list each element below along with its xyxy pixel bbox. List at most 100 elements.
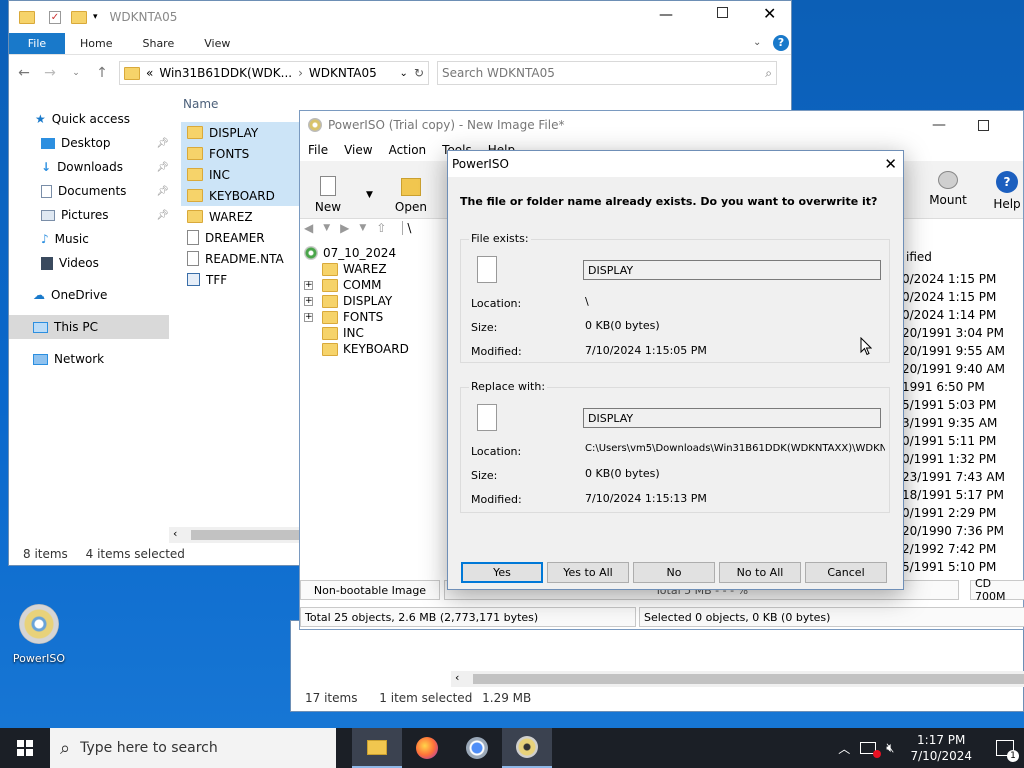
list-item[interactable]: FONTS [181, 143, 299, 164]
sidebar-item-quick-access[interactable]: ★ Quick access [9, 107, 169, 131]
minimize-button[interactable]: — [932, 117, 946, 133]
dialog-close-button[interactable]: ✕ [884, 155, 897, 173]
expand-icon[interactable]: + [304, 280, 313, 290]
properties-icon[interactable]: ✓ [49, 10, 61, 24]
list-item[interactable]: KEYBOARD [181, 185, 299, 206]
expand-icon[interactable]: + [304, 296, 313, 306]
ribbon-expand-icon[interactable]: ⌄ [753, 37, 761, 48]
show-hidden-icons-icon[interactable]: ︿ [838, 740, 850, 757]
column-header-name[interactable]: Name [183, 97, 218, 111]
tree-item[interactable]: + FONTS [304, 309, 409, 325]
up-icon[interactable]: ↑ [93, 65, 111, 81]
back-icon[interactable]: ← [15, 65, 33, 81]
open-button[interactable]: Open [389, 178, 433, 214]
back-dropdown-icon[interactable]: ▼ [323, 223, 330, 233]
tree-root[interactable]: 07_10_2024 [304, 245, 409, 261]
help-button[interactable]: ? Help [992, 171, 1022, 211]
path-field[interactable]: \ [402, 221, 411, 235]
new-folder-icon[interactable] [71, 10, 87, 24]
sidebar-item-pictures[interactable]: Pictures 📌︎ [9, 203, 169, 227]
list-item[interactable]: DREAMER [181, 227, 299, 248]
sidebar-item-this-pc[interactable]: This PC [9, 315, 169, 339]
sidebar-item-documents[interactable]: Documents 📌︎ [9, 179, 169, 203]
yes-to-all-button[interactable]: Yes to All [547, 562, 629, 583]
address-dropdown-icon[interactable]: ⌄ [400, 68, 408, 79]
ribbon-tab-home[interactable]: Home [65, 33, 127, 54]
back-icon[interactable]: ◀ [304, 221, 313, 235]
taskbar-poweriso[interactable] [502, 728, 552, 768]
tree-item[interactable]: WAREZ [304, 261, 409, 277]
scroll-left-icon[interactable]: ‹ [173, 527, 177, 540]
breadcrumb-overflow[interactable]: « [146, 66, 153, 80]
search-input[interactable]: Search WDKNTA05 [442, 66, 555, 80]
tree-item[interactable]: KEYBOARD [304, 341, 409, 357]
tree-item[interactable]: + COMM [304, 277, 409, 293]
ribbon-tab-file[interactable]: File [9, 33, 65, 54]
volume-muted-icon[interactable]: 🔇︎ [886, 741, 894, 756]
taskbar-file-explorer[interactable] [352, 728, 402, 768]
new-dropdown-icon[interactable]: ▼ [366, 190, 373, 200]
pin-icon[interactable]: 📌︎ [156, 162, 169, 173]
sidebar-item-network[interactable]: Network [9, 347, 169, 371]
clock[interactable]: 1:17 PM 7/10/2024 [910, 732, 972, 764]
refresh-icon[interactable]: ↻ [414, 66, 424, 80]
forward-icon[interactable]: ▶ [340, 221, 349, 235]
scrollbar-thumb[interactable] [473, 674, 1024, 684]
minimize-button[interactable]: — [659, 7, 673, 23]
pin-icon[interactable]: 📌︎ [156, 186, 169, 197]
menu-action[interactable]: Action [381, 143, 435, 157]
start-button[interactable] [0, 728, 50, 768]
search-box[interactable]: Search WDKNTA05 ⌕ [437, 61, 777, 85]
address-box[interactable]: « Win31B61DDK(WDK... › WDKNTA05 ⌄ ↻ [119, 61, 429, 85]
notification-center-button[interactable]: 1 [996, 740, 1019, 762]
sidebar-item-desktop[interactable]: Desktop 📌︎ [9, 131, 169, 155]
sidebar-item-music[interactable]: ♪ Music [9, 227, 169, 251]
no-button[interactable]: No [633, 562, 715, 583]
forward-icon[interactable]: → [41, 65, 59, 81]
close-button[interactable]: ✕ [763, 4, 776, 23]
list-item[interactable]: INC [181, 164, 299, 185]
customize-toolbar-icon[interactable]: ▾ [93, 12, 98, 22]
ribbon-tab-share[interactable]: Share [127, 33, 189, 54]
desktop-icon-poweriso[interactable]: PowerISO [10, 600, 68, 670]
taskbar-search-input[interactable]: Type here to search [80, 740, 218, 756]
list-item[interactable]: DISPLAY [181, 122, 299, 143]
breadcrumb-parent[interactable]: Win31B61DDK(WDK... [159, 66, 292, 80]
ribbon-tab-view[interactable]: View [189, 33, 245, 54]
yes-button[interactable]: Yes [461, 562, 543, 583]
recent-locations-icon[interactable]: ⌄ [67, 68, 85, 78]
menu-file[interactable]: File [300, 143, 336, 157]
scrollbar-thumb[interactable] [191, 530, 299, 540]
up-icon[interactable]: ⇧ [376, 221, 386, 235]
network-status-icon[interactable] [860, 742, 882, 758]
column-header-modified[interactable]: ified [906, 250, 932, 264]
help-icon[interactable]: ? [773, 35, 789, 51]
menu-view[interactable]: View [336, 143, 380, 157]
no-to-all-button[interactable]: No to All [719, 562, 801, 583]
cd-size-select[interactable]: CD 700M [970, 577, 1024, 603]
pin-icon[interactable]: 📌︎ [156, 138, 169, 149]
tree-item[interactable]: + DISPLAY [304, 293, 409, 309]
horizontal-scrollbar[interactable]: ‹ [169, 527, 299, 543]
taskbar-chrome[interactable] [452, 728, 502, 768]
cancel-button[interactable]: Cancel [805, 562, 887, 583]
scroll-left-icon[interactable]: ‹ [455, 671, 459, 684]
horizontal-scrollbar[interactable]: ‹ [451, 671, 1024, 687]
maximize-button[interactable] [717, 7, 728, 18]
sidebar-item-onedrive[interactable]: ☁ OneDrive [9, 283, 169, 307]
sidebar-item-videos[interactable]: Videos [9, 251, 169, 275]
taskbar-search-box[interactable]: ⌕ Type here to search [50, 728, 336, 768]
list-item[interactable]: README.NTA [181, 248, 299, 269]
list-item[interactable]: TFF [181, 269, 299, 290]
list-item[interactable]: WAREZ [181, 206, 299, 227]
tree-item[interactable]: INC [304, 325, 409, 341]
forward-dropdown-icon[interactable]: ▼ [359, 223, 366, 233]
expand-icon[interactable]: + [304, 312, 313, 322]
new-button[interactable]: New [306, 176, 350, 214]
pin-icon[interactable]: 📌︎ [156, 210, 169, 221]
breadcrumb-current[interactable]: WDKNTA05 [309, 66, 377, 80]
mount-button[interactable]: Mount [926, 171, 970, 207]
sidebar-item-downloads[interactable]: ↓ Downloads 📌︎ [9, 155, 169, 179]
maximize-button[interactable] [978, 120, 989, 131]
taskbar-firefox[interactable] [402, 728, 452, 768]
